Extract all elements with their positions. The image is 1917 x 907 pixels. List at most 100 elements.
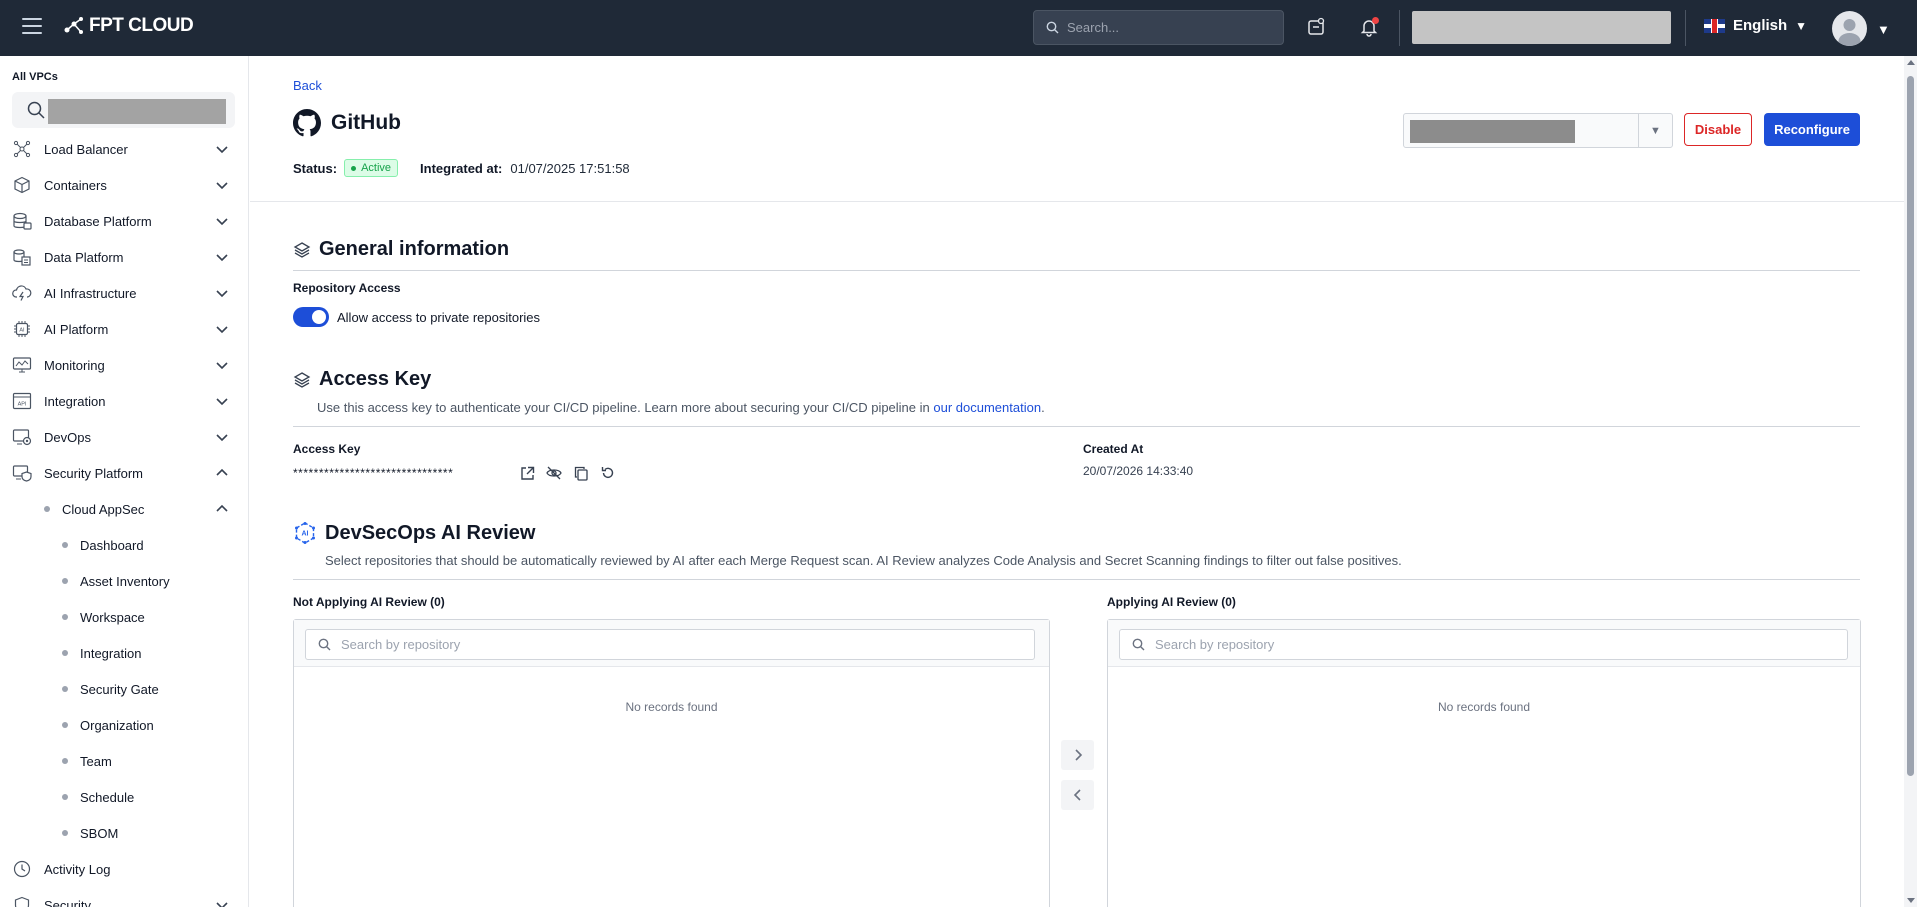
access-key-label: Access Key	[293, 442, 361, 456]
open-external-icon[interactable]	[518, 464, 536, 482]
empty-state: No records found	[625, 700, 718, 714]
caret-down-icon: ▼	[1638, 114, 1672, 147]
integrated-label: Integrated at:	[420, 160, 503, 176]
redacted-account	[1412, 11, 1671, 44]
chevron-down-icon	[216, 182, 228, 190]
sidebar-item-label: Monitoring	[44, 357, 105, 373]
menu-icon[interactable]	[22, 18, 42, 36]
sidebar-item-label: Activity Log	[44, 861, 111, 877]
monitoring-icon	[12, 355, 32, 375]
global-search-input[interactable]: Search...	[1033, 10, 1284, 45]
sidebar-item-organization[interactable]: Organization	[0, 707, 248, 743]
layers-icon	[293, 371, 311, 388]
security-platform-icon	[12, 463, 32, 483]
scrollbar[interactable]	[1904, 56, 1917, 907]
sidebar-item-integration[interactable]: API Integration	[0, 383, 248, 419]
sidebar-item-sbom[interactable]: SBOM	[0, 815, 248, 851]
repo-access-label: Repository Access	[293, 281, 401, 295]
sidebar-item-label: SBOM	[80, 825, 119, 841]
top-bar: FPT CLOUD Search... English ▼ ▼	[0, 0, 1917, 56]
language-selector[interactable]: English ▼	[1704, 17, 1807, 34]
status-dot	[351, 165, 357, 171]
github-icon	[293, 109, 321, 137]
layers-icon	[293, 241, 311, 258]
access-key-title: Access Key	[319, 368, 432, 390]
search-icon	[27, 101, 45, 119]
bell-icon[interactable]	[1357, 15, 1381, 39]
sidebar-item-security-gate[interactable]: Security Gate	[0, 671, 248, 707]
chevron-down-icon	[216, 218, 228, 226]
sidebar-item-schedule[interactable]: Schedule	[0, 779, 248, 815]
sidebar-item-monitoring[interactable]: Monitoring	[0, 347, 248, 383]
applying-search-input[interactable]	[1155, 637, 1835, 652]
sidebar-item-data-platform[interactable]: Data Platform	[0, 239, 248, 275]
sidebar-item-security-platform[interactable]: Security Platform	[0, 455, 248, 491]
sidebar-item-team[interactable]: Team	[0, 743, 248, 779]
scroll-down-arrow[interactable]	[1907, 898, 1915, 903]
move-left-button[interactable]	[1061, 780, 1094, 810]
scroll-up-arrow[interactable]	[1907, 60, 1915, 65]
eye-off-icon[interactable]	[545, 464, 563, 482]
brand-logo[interactable]: FPT CLOUD	[63, 15, 194, 37]
sidebar-item-label: AI Infrastructure	[44, 285, 137, 301]
sidebar-item-label: Security Platform	[44, 465, 143, 481]
chevron-down-icon[interactable]: ▼	[1877, 22, 1890, 37]
search-icon	[318, 638, 331, 651]
sidebar: All VPCs Load Balancer Containers Databa…	[0, 56, 249, 907]
access-key-heading: Access Key	[293, 368, 431, 391]
svg-text:AI: AI	[302, 531, 309, 538]
bullet	[62, 542, 68, 548]
status-label: Status:	[293, 160, 338, 176]
page-title: GitHub	[293, 109, 401, 137]
sidebar-item-ai-platform[interactable]: AI AI Platform	[0, 311, 248, 347]
sidebar-item-label: Dashboard	[80, 537, 144, 553]
ai-infrastructure-icon	[12, 283, 32, 303]
refresh-icon[interactable]	[599, 464, 617, 482]
sidebar-item-integration-sub[interactable]: Integration	[0, 635, 248, 671]
support-icon[interactable]	[1304, 15, 1328, 39]
access-key-desc-end: .	[1041, 400, 1045, 415]
ai-platform-icon: AI	[12, 319, 32, 339]
chevron-left-icon	[1073, 789, 1081, 801]
private-repo-toggle[interactable]	[293, 307, 329, 327]
integration-select[interactable]: ▼	[1403, 113, 1673, 148]
created-at-value: 20/07/2026 14:33:40	[1083, 464, 1194, 478]
not-applying-search[interactable]	[305, 629, 1035, 660]
applying-search[interactable]	[1119, 629, 1848, 660]
sidebar-item-dashboard[interactable]: Dashboard	[0, 527, 248, 563]
sidebar-item-database-platform[interactable]: Database Platform	[0, 203, 248, 239]
documentation-link[interactable]: our documentation	[933, 400, 1041, 415]
bullet	[62, 722, 68, 728]
sidebar-item-asset-inventory[interactable]: Asset Inventory	[0, 563, 248, 599]
ai-review-heading: AI DevSecOps AI Review	[293, 521, 535, 545]
divider	[293, 426, 1860, 427]
access-key-desc-text: Use this access key to authenticate your…	[317, 400, 934, 415]
reconfigure-button[interactable]: Reconfigure	[1764, 113, 1860, 146]
chevron-up-icon	[216, 468, 228, 476]
sidebar-item-activity-log[interactable]: Activity Log	[0, 851, 248, 887]
sidebar-item-ai-infrastructure[interactable]: AI Infrastructure	[0, 275, 248, 311]
sidebar-item-workspace[interactable]: Workspace	[0, 599, 248, 635]
access-key-description: Use this access key to authenticate your…	[317, 400, 1045, 415]
chevron-down-icon	[216, 362, 228, 370]
not-applying-search-input[interactable]	[341, 637, 1021, 652]
redacted-vpc	[48, 99, 226, 124]
sidebar-item-containers[interactable]: Containers	[0, 167, 248, 203]
status-row: Status: Active Integrated at: 01/07/2025…	[293, 159, 630, 177]
sidebar-item-cloud-appsec[interactable]: Cloud AppSec	[0, 491, 248, 527]
applying-panel: No records found	[1107, 619, 1861, 907]
copy-icon[interactable]	[572, 464, 590, 482]
sidebar-item-load-balancer[interactable]: Load Balancer	[0, 131, 248, 167]
divider	[293, 579, 1860, 580]
scroll-thumb[interactable]	[1907, 76, 1914, 776]
avatar[interactable]	[1832, 11, 1867, 46]
integrated-value: 01/07/2025 17:51:58	[510, 160, 630, 176]
search-icon	[1046, 21, 1059, 34]
disable-button[interactable]: Disable	[1684, 113, 1752, 146]
access-key-value: *******************************	[293, 466, 454, 480]
move-right-button[interactable]	[1061, 740, 1094, 770]
sidebar-item-devops[interactable]: DevOps	[0, 419, 248, 455]
back-link[interactable]: Back	[293, 78, 322, 93]
sidebar-item-security[interactable]: Security	[0, 887, 248, 907]
load-balancer-icon	[12, 139, 32, 159]
